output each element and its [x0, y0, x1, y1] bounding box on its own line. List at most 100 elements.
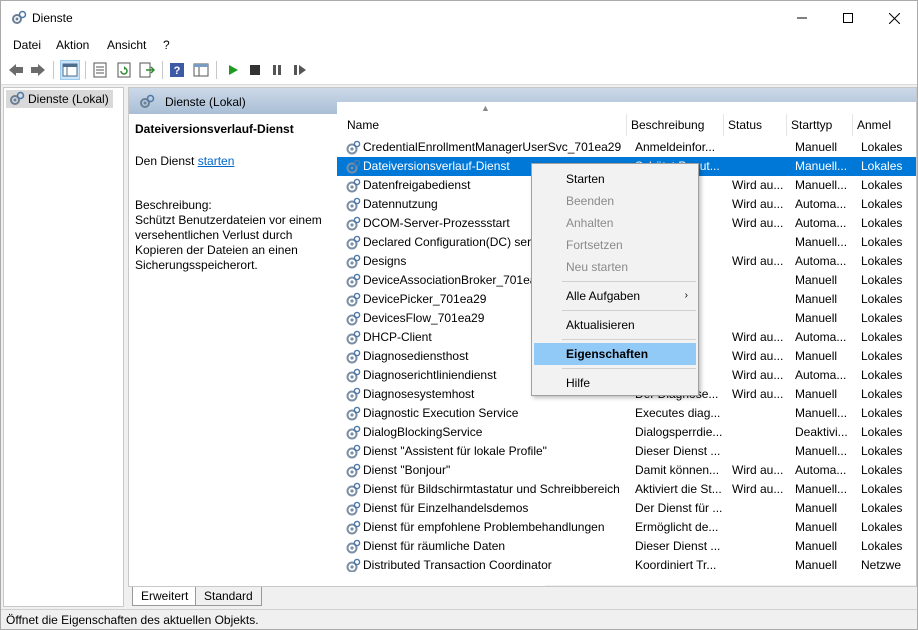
context-item-all-tasks[interactable]: Alle Aufgaben ›	[534, 285, 696, 307]
context-item-refresh[interactable]: Aktualisieren	[534, 314, 696, 336]
service-startup-cell: Manuell	[795, 558, 838, 572]
services-gear-icon	[9, 91, 25, 112]
service-row[interactable]: DialogBlockingService Dialogsperrdie... De…	[337, 423, 916, 442]
selected-service-title: Dateiversionsverlauf-Dienst	[135, 122, 294, 136]
service-startup-cell: Manuell	[795, 292, 838, 306]
service-status-cell: Wird au...	[732, 463, 784, 477]
service-startup-cell: Automa...	[795, 463, 847, 477]
service-logon-cell: Lokales	[861, 330, 903, 344]
service-startup-cell: Automa...	[795, 197, 847, 211]
menu-ansicht[interactable]: Ansicht	[107, 38, 146, 52]
service-status-cell: Wird au...	[732, 330, 784, 344]
service-startup-cell: Deaktivi...	[795, 425, 848, 439]
service-name-cell: Dienst "Bonjour"	[363, 463, 451, 477]
service-startup-cell: Manuell...	[795, 159, 848, 173]
service-gear-icon	[345, 558, 361, 572]
service-name-cell: Dienst für räumliche Daten	[363, 539, 506, 553]
service-row[interactable]: Dienst für empfohlene Problembehandlunge…	[337, 518, 916, 537]
submenu-arrow-icon: ›	[684, 290, 688, 301]
context-item-start[interactable]: Starten	[534, 168, 696, 190]
service-name-cell: DialogBlockingService	[363, 425, 483, 439]
service-row[interactable]: Dienst für räumliche Daten Dieser Dienst …	[337, 537, 916, 556]
view-icon[interactable]	[191, 60, 211, 80]
service-startup-cell: Manuell	[795, 349, 838, 363]
tree-item-label: Dienste (Lokal)	[28, 92, 109, 106]
description-body: Schützt Benutzerdateien vor einem verseh…	[135, 213, 322, 272]
services-gear-icon	[139, 94, 155, 113]
service-row[interactable]: Diagnostic Execution Service Executes dia…	[337, 404, 916, 423]
context-item-stop[interactable]: Beenden	[534, 190, 696, 212]
service-logon-cell: Lokales	[861, 159, 903, 173]
service-logon-cell: Lokales	[861, 368, 903, 382]
tree-item-services-local[interactable]: Dienste (Lokal)	[6, 90, 113, 108]
service-description-cell: Koordiniert Tr...	[635, 558, 717, 572]
service-description-cell: Executes diag...	[635, 406, 721, 420]
description-panel: Dateiversionsverlauf-Dienst Den Dienst s…	[129, 114, 333, 586]
status-text: Öffnet die Eigenschaften des aktuellen O…	[6, 613, 259, 627]
service-logon-cell: Lokales	[861, 349, 903, 363]
service-row[interactable]: Dienst für Einzelhandelsdemos Der Dienst …	[337, 499, 916, 518]
close-button[interactable]	[871, 1, 917, 35]
column-header-name[interactable]: Name	[337, 114, 627, 136]
stop-icon[interactable]	[245, 60, 265, 80]
service-logon-cell: Lokales	[861, 216, 903, 230]
start-service-link[interactable]: starten	[198, 154, 235, 168]
service-startup-cell: Manuell...	[795, 406, 848, 420]
service-status-cell: Wird au...	[732, 197, 784, 211]
service-description-cell: Ermöglicht de...	[635, 520, 719, 534]
service-status-cell: Wird au...	[732, 349, 784, 363]
context-item-pause[interactable]: Anhalten	[534, 212, 696, 234]
service-row[interactable]: Distributed Transaction Coordinator Koord…	[337, 556, 916, 572]
service-description-cell: Damit können...	[635, 463, 720, 477]
menu-datei[interactable]: Datei	[13, 38, 41, 52]
service-logon-cell: Netzwe	[861, 558, 902, 572]
column-header-description[interactable]: Beschreibung	[627, 114, 724, 136]
service-startup-cell: Manuell	[795, 501, 838, 515]
service-startup-cell: Manuell	[795, 273, 838, 287]
column-header-startup-type[interactable]: Starttyp	[787, 114, 853, 136]
menu-aktion[interactable]: Aktion	[56, 38, 89, 52]
service-row[interactable]: Dienst "Bonjour" Damit können... Wird au..…	[337, 461, 916, 480]
refresh-icon[interactable]	[114, 60, 134, 80]
service-logon-cell: Lokales	[861, 463, 903, 477]
service-name-cell: Dienst für empfohlene Problembehandlunge…	[363, 520, 605, 534]
service-description-cell: Aktiviert die St...	[635, 482, 722, 496]
console-tree-icon[interactable]	[60, 60, 80, 80]
context-item-properties[interactable]: Eigenschaften	[534, 343, 696, 365]
minimize-button[interactable]	[779, 1, 825, 35]
service-row[interactable]: Dienst "Assistent für lokale Profile" Die…	[337, 442, 916, 461]
service-logon-cell: Lokales	[861, 292, 903, 306]
view-tabs: Erweitert Standard	[128, 587, 917, 607]
context-item-restart[interactable]: Neu starten	[534, 256, 696, 278]
services-window: Dienste Datei Aktion Ansicht ? ? Dienste…	[0, 0, 918, 630]
service-startup-cell: Automa...	[795, 254, 847, 268]
context-item-help[interactable]: Hilfe	[534, 372, 696, 394]
context-item-resume[interactable]: Fortsetzen	[534, 234, 696, 256]
service-logon-cell: Lokales	[861, 235, 903, 249]
service-name-cell: Dienst für Bildschirmtastatur und Schrei…	[363, 482, 620, 496]
help-icon[interactable]: ?	[167, 60, 187, 80]
service-startup-cell: Manuell...	[795, 444, 848, 458]
service-row[interactable]: CredentialEnrollmentManagerUserSvc_701ea…	[337, 138, 916, 157]
service-startup-cell: Automa...	[795, 368, 847, 382]
service-logon-cell: Lokales	[861, 425, 903, 439]
service-row[interactable]: Dienst für Bildschirmtastatur und Schrei…	[337, 480, 916, 499]
export-icon[interactable]	[137, 60, 157, 80]
forward-arrow-icon[interactable]	[28, 60, 48, 80]
service-name-cell: CredentialEnrollmentManagerUserSvc_701ea…	[363, 140, 622, 154]
service-description-cell: Dieser Dienst ...	[635, 444, 721, 458]
properties-icon[interactable]	[90, 60, 110, 80]
service-startup-cell: Automa...	[795, 216, 847, 230]
back-arrow-icon[interactable]	[6, 60, 26, 80]
maximize-button[interactable]	[825, 1, 871, 35]
pause-icon[interactable]	[267, 60, 287, 80]
start-icon[interactable]	[223, 60, 243, 80]
menu-help[interactable]: ?	[163, 38, 170, 52]
restart-icon[interactable]	[290, 60, 310, 80]
column-header-status[interactable]: Status	[724, 114, 787, 136]
tab-standard[interactable]: Standard	[195, 587, 262, 606]
column-header-logon[interactable]: Anmel	[853, 114, 913, 136]
tab-extended[interactable]: Erweitert	[132, 587, 198, 606]
service-startup-cell: Manuell	[795, 387, 838, 401]
service-startup-cell: Manuell	[795, 311, 838, 325]
